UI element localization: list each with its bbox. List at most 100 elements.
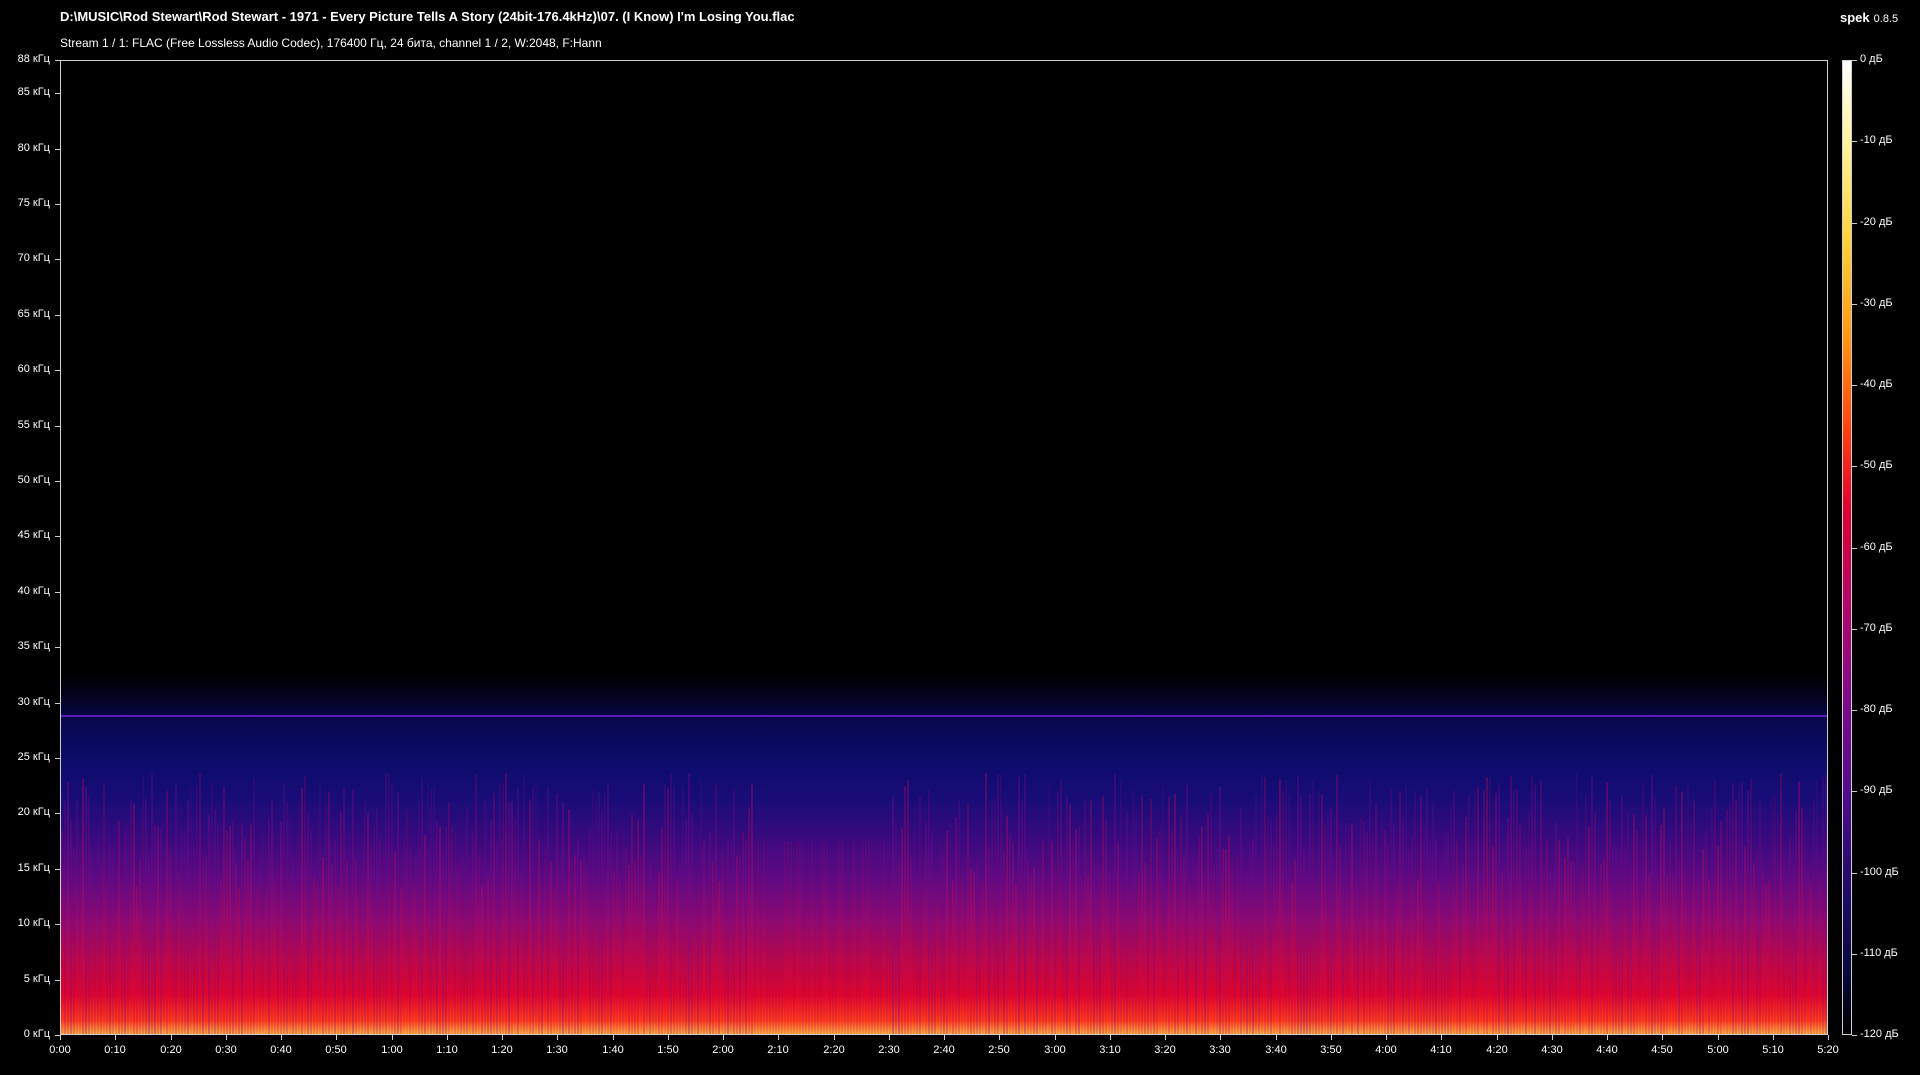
- energy-streak: [1627, 812, 1629, 1034]
- energy-streak: [664, 783, 666, 1034]
- energy-streak: [904, 786, 906, 1034]
- energy-streak: [619, 879, 621, 1034]
- energy-streak: [307, 813, 309, 1034]
- energy-streak: [1648, 875, 1650, 1034]
- energy-streak: [1159, 828, 1161, 1034]
- energy-streak: [979, 888, 981, 1034]
- energy-streak: [1120, 780, 1122, 1034]
- app-version: 0.8.5: [1873, 13, 1899, 25]
- spectrogram-plot[interactable]: [60, 60, 1828, 1035]
- energy-streak: [1522, 827, 1524, 1034]
- energy-streak: [580, 860, 582, 1034]
- time-label: 2:30: [878, 1044, 900, 1056]
- time-tick: [1386, 1035, 1387, 1040]
- energy-streak: [1711, 807, 1713, 1034]
- energy-streak: [883, 841, 885, 1034]
- energy-streak: [457, 864, 459, 1034]
- energy-streak: [349, 844, 351, 1034]
- energy-streak: [1036, 884, 1038, 1034]
- energy-streak: [1483, 790, 1485, 1034]
- energy-streak: [259, 851, 261, 1034]
- energy-streak: [1777, 810, 1779, 1034]
- frequency-label: 85 кГц: [17, 86, 50, 98]
- energy-streak: [1075, 829, 1077, 1034]
- energy-streak: [661, 827, 663, 1034]
- energy-streak: [127, 825, 129, 1034]
- energy-streak: [1825, 774, 1827, 1034]
- energy-streak: [571, 861, 573, 1034]
- energy-streak: [724, 861, 726, 1034]
- energy-streak: [586, 864, 588, 1034]
- time-label: 0:40: [270, 1044, 292, 1056]
- energy-streak: [1468, 795, 1470, 1034]
- energy-streak: [187, 799, 189, 1034]
- energy-streak: [604, 793, 606, 1034]
- energy-streak: [1042, 840, 1044, 1034]
- colorbar-label: -90 дБ: [1860, 784, 1893, 796]
- energy-streak: [967, 803, 969, 1034]
- energy-streak: [1327, 813, 1329, 1034]
- energy-streak: [1000, 775, 1002, 1034]
- energy-streak: [1312, 779, 1314, 1034]
- energy-streak: [712, 862, 714, 1034]
- energy-streak: [280, 821, 282, 1034]
- energy-streak: [526, 889, 528, 1034]
- energy-streak: [1282, 791, 1284, 1034]
- energy-streak: [622, 829, 624, 1034]
- time-tick: [944, 1035, 945, 1040]
- energy-streak: [1552, 886, 1554, 1034]
- colorbar-tick: [1852, 791, 1857, 792]
- energy-streak: [541, 883, 543, 1034]
- energy-streak: [1111, 877, 1113, 1034]
- energy-streak: [133, 804, 135, 1034]
- energy-streak: [898, 857, 900, 1034]
- energy-streak: [1717, 845, 1719, 1034]
- energy-streak: [1720, 821, 1722, 1034]
- energy-streak: [1105, 819, 1107, 1034]
- energy-streak: [1024, 774, 1026, 1034]
- energy-streak: [163, 877, 165, 1034]
- energy-streak: [685, 819, 687, 1034]
- energy-streak: [1240, 807, 1242, 1034]
- time-label: 1:50: [657, 1044, 679, 1056]
- energy-streak: [634, 860, 636, 1034]
- energy-streak: [1051, 840, 1053, 1034]
- energy-streak: [1606, 782, 1608, 1034]
- energy-streak: [805, 841, 807, 1034]
- energy-streak: [595, 801, 597, 1034]
- colorbar-label: -10 дБ: [1860, 134, 1893, 146]
- time-label: 1:20: [491, 1044, 513, 1056]
- time-tick: [1497, 1035, 1498, 1040]
- energy-streak: [1156, 838, 1158, 1034]
- energy-streak: [112, 849, 114, 1034]
- time-label: 5:00: [1707, 1044, 1729, 1056]
- time-tick: [336, 1035, 337, 1040]
- energy-streak: [1747, 789, 1749, 1034]
- energy-streak: [1579, 874, 1581, 1034]
- energy-streak: [874, 841, 876, 1034]
- time-tick: [1718, 1035, 1719, 1040]
- energy-streak: [286, 802, 288, 1034]
- frequency-tick: [55, 647, 60, 648]
- energy-streak: [223, 786, 225, 1034]
- energy-streak: [1363, 821, 1365, 1034]
- time-label: 5:10: [1762, 1044, 1784, 1056]
- energy-streak: [1423, 827, 1425, 1034]
- frequency-label: 50 кГц: [17, 474, 50, 486]
- energy-streak: [505, 773, 507, 1034]
- colorbar-label: -70 дБ: [1860, 622, 1893, 634]
- energy-streak: [940, 844, 942, 1034]
- energy-streak: [631, 814, 633, 1034]
- energy-streak: [1447, 833, 1449, 1034]
- energy-streak: [508, 801, 510, 1034]
- energy-streak: [556, 793, 558, 1034]
- energy-streak: [502, 783, 504, 1034]
- energy-streak: [1633, 814, 1635, 1034]
- time-tick: [1828, 1035, 1829, 1040]
- frequency-label: 80 кГц: [17, 142, 50, 154]
- time-label: 4:50: [1651, 1044, 1673, 1056]
- energy-streak: [1318, 790, 1320, 1034]
- energy-streak: [529, 799, 531, 1034]
- energy-streak: [739, 853, 741, 1034]
- spectrogram-energy-bands: [61, 772, 1827, 1034]
